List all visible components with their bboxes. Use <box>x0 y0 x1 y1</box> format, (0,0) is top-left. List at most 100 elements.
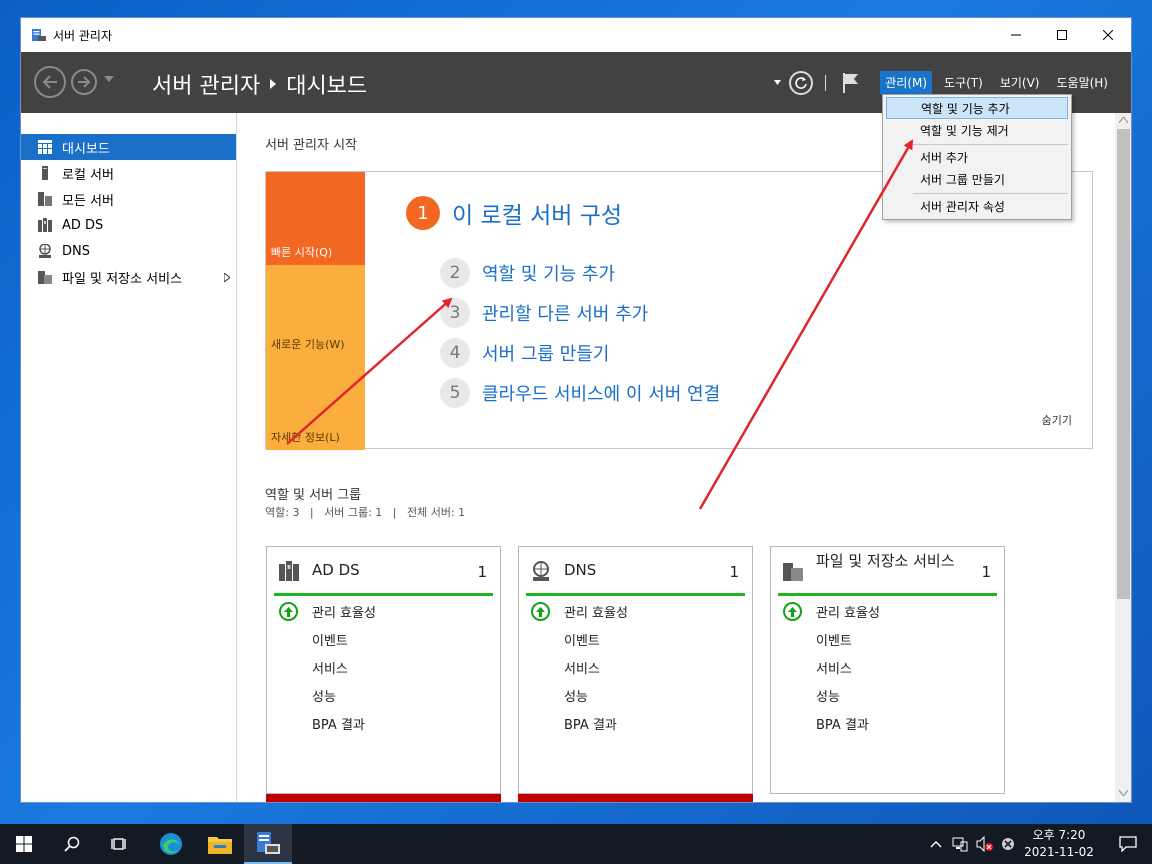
status-up-icon <box>783 602 802 621</box>
action-center-button[interactable] <box>1104 824 1152 864</box>
role-card-ad-ds[interactable]: AD DS 1 관리 효율성 이벤트 서비스 성능 BPA 결과 <box>266 546 501 794</box>
start-button[interactable] <box>0 824 48 864</box>
card-row-bpa-results[interactable]: BPA 결과 <box>564 714 617 733</box>
menu-item-create-server-group[interactable]: 서버 그룹 만들기 <box>886 168 1068 190</box>
menu-tools[interactable]: 도구(T) <box>939 71 988 94</box>
card-row-bpa-results[interactable]: BPA 결과 <box>816 714 869 733</box>
forward-button[interactable] <box>71 69 97 95</box>
refresh-icon <box>795 76 808 89</box>
step-number-badge: 2 <box>440 258 470 288</box>
menu-item-add-roles-features[interactable]: 역할 및 기능 추가 <box>886 97 1068 119</box>
card-row-bpa-results[interactable]: BPA 결과 <box>312 714 365 733</box>
sidebar-item-label: 대시보드 <box>62 141 110 157</box>
sidebar-item-dns[interactable]: DNS <box>21 238 236 264</box>
menu-item-add-servers[interactable]: 서버 추가 <box>886 146 1068 168</box>
card-row-services[interactable]: 서비스 <box>564 658 600 677</box>
adds-icon <box>279 561 299 581</box>
sidebar-item-label: 모든 서버 <box>62 193 114 209</box>
file-storage-icon <box>38 271 52 284</box>
sidebar-item-dashboard[interactable]: 대시보드 <box>21 134 236 160</box>
file-explorer-icon <box>208 837 232 854</box>
maximize-button[interactable] <box>1039 18 1085 52</box>
roles-section-title: 역할 및 서버 그룹 <box>265 488 362 503</box>
back-button[interactable] <box>34 66 66 98</box>
card-row-performance[interactable]: 성능 <box>312 686 336 705</box>
taskbar-file-explorer[interactable] <box>196 824 244 864</box>
breadcrumb-root[interactable]: 서버 관리자 <box>152 68 260 100</box>
tile-whats-new[interactable]: 새로운 기능(W) <box>266 265 365 357</box>
card-row-performance[interactable]: 성능 <box>564 686 588 705</box>
notification-cancel-icon[interactable] <box>1000 836 1016 852</box>
sidebar-item-label: 파일 및 저장소 서비스 <box>62 271 183 287</box>
menu-item-remove-roles-features[interactable]: 역할 및 기능 제거 <box>886 119 1068 141</box>
clock-date: 2021-11-02 <box>1024 845 1094 859</box>
notification-flag-icon[interactable] <box>842 72 860 94</box>
dns-icon <box>39 244 51 258</box>
show-hidden-icons-chevron-icon[interactable] <box>930 840 942 848</box>
action-center-icon <box>1119 836 1137 852</box>
history-dropdown-icon[interactable] <box>104 76 114 82</box>
server-manager-app-icon <box>32 29 46 41</box>
taskbar-edge[interactable] <box>147 824 195 864</box>
minimize-button[interactable] <box>993 18 1039 52</box>
file-storage-icon <box>783 563 803 581</box>
status-up-icon <box>531 602 550 621</box>
search-button[interactable] <box>48 824 96 864</box>
task-view-button[interactable] <box>96 824 144 864</box>
vertical-scrollbar[interactable] <box>1115 113 1131 802</box>
card-row-services[interactable]: 서비스 <box>312 658 348 677</box>
card-row-manageability[interactable]: 관리 효율성 <box>312 602 376 621</box>
menu-view[interactable]: 보기(V) <box>995 71 1045 94</box>
tile-quick-start[interactable]: 빠른 시작(Q) <box>266 172 365 265</box>
sidebar-item-local-server[interactable]: 로컬 서버 <box>21 160 236 186</box>
link-create-server-group[interactable]: 서버 그룹 만들기 <box>482 340 609 366</box>
card-title: DNS <box>564 561 597 579</box>
maximize-icon <box>1057 30 1067 40</box>
menu-help[interactable]: 도움말(H) <box>1051 71 1113 94</box>
refresh-button[interactable] <box>789 70 814 95</box>
scroll-down-icon[interactable] <box>1119 790 1128 796</box>
scroll-thumb[interactable] <box>1117 129 1130 599</box>
role-card-dns[interactable]: DNS 1 관리 효율성 이벤트 서비스 성능 BPA 결과 <box>518 546 753 794</box>
server-manager-app-icon <box>257 832 280 854</box>
link-connect-cloud-services[interactable]: 클라우드 서비스에 이 서버 연결 <box>482 380 720 406</box>
card-row-services[interactable]: 서비스 <box>816 658 852 677</box>
arrow-left-icon <box>42 75 57 89</box>
sidebar: 대시보드 로컬 서버 모든 서버 AD DS DNS 파일 및 저장소 서비스 <box>21 113 237 802</box>
menu-item-server-manager-properties[interactable]: 서버 관리자 속성 <box>886 195 1068 217</box>
refresh-dropdown-icon[interactable] <box>774 80 782 85</box>
card-row-events[interactable]: 이벤트 <box>816 630 852 649</box>
volume-muted-icon[interactable] <box>976 836 994 852</box>
expand-chevron-icon[interactable] <box>224 272 230 282</box>
sidebar-item-ad-ds[interactable]: AD DS <box>21 212 236 238</box>
breadcrumb-chevron-icon <box>270 79 277 89</box>
card-row-events[interactable]: 이벤트 <box>312 630 348 649</box>
tile-learn-more[interactable]: 자세한 정보(L) <box>266 357 365 450</box>
sidebar-item-file-storage[interactable]: 파일 및 저장소 서비스 <box>21 264 236 290</box>
scroll-up-icon[interactable] <box>1119 117 1128 123</box>
card-row-events[interactable]: 이벤트 <box>564 630 600 649</box>
hide-link[interactable]: 숨기기 <box>1042 412 1072 428</box>
title-bar[interactable]: 서버 관리자 <box>21 18 1131 52</box>
network-icon[interactable] <box>952 836 968 852</box>
menu-manage[interactable]: 관리(M) <box>880 71 933 94</box>
close-button[interactable] <box>1085 18 1131 52</box>
sidebar-item-all-servers[interactable]: 모든 서버 <box>21 186 236 212</box>
card-row-manageability[interactable]: 관리 효율성 <box>816 602 880 621</box>
roles-counts: 역할: 3 | 서버 그룹: 1 | 전체 서버: 1 <box>265 506 466 519</box>
tile-label: 빠른 시작(Q) <box>271 246 333 259</box>
heading-configure-local-server[interactable]: 이 로컬 서버 구성 <box>452 196 622 230</box>
taskbar-server-manager[interactable] <box>244 824 292 864</box>
link-add-other-servers[interactable]: 관리할 다른 서버 추가 <box>482 300 648 326</box>
card-count: 1 <box>981 563 991 581</box>
card-row-manageability[interactable]: 관리 효율성 <box>564 602 628 621</box>
taskbar-clock[interactable]: 오후 7:20 2021-11-02 <box>1024 827 1094 861</box>
step-connect-cloud: 5 클라우드 서비스에 이 서버 연결 <box>440 378 720 408</box>
role-card-file-storage[interactable]: 파일 및 저장소 서비스 1 관리 효율성 이벤트 서비스 성능 BPA 결과 <box>770 546 1005 794</box>
card-title: AD DS <box>312 561 360 579</box>
dashboard-icon <box>38 140 52 154</box>
tile-label: 새로운 기능(W) <box>271 338 345 351</box>
link-add-roles-features[interactable]: 역할 및 기능 추가 <box>482 260 615 286</box>
card-row-performance[interactable]: 성능 <box>816 686 840 705</box>
card-count: 1 <box>729 563 739 581</box>
